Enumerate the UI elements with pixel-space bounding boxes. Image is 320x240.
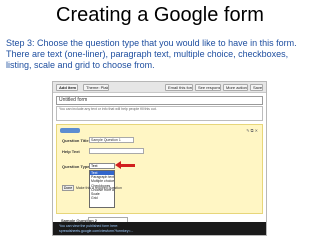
question-handle[interactable] — [60, 128, 80, 133]
form-title-input[interactable]: Untitled form — [56, 96, 263, 105]
email-form-button[interactable]: Email this form — [165, 84, 193, 91]
footer-line-2[interactable]: spreadsheets.google.com/viewform?formkey… — [59, 229, 260, 234]
help-text-label: Help Text — [62, 149, 80, 154]
published-form-footer: You can view the published form here: sp… — [53, 222, 266, 235]
question-edit-panel: ✎ ⧉ ✕ Question Title Sample Question 1 H… — [56, 124, 263, 214]
dropdown-option[interactable]: Grid — [90, 196, 114, 200]
dropdown-option[interactable]: Multiple choice — [90, 179, 114, 183]
save-button[interactable]: Save — [250, 84, 263, 91]
add-item-button[interactable]: Add item — [56, 84, 78, 91]
question-type-label: Question Type — [62, 164, 90, 169]
edit-icons[interactable]: ✎ ⧉ ✕ — [246, 128, 258, 133]
slide-title: Creating a Google form — [56, 4, 264, 26]
form-description-input[interactable]: You can include any text or info that wi… — [56, 106, 263, 121]
see-responses-button[interactable]: See responses — [195, 84, 221, 91]
google-form-screenshot: Add item Theme: Plain Email this form Se… — [52, 81, 267, 236]
more-actions-button[interactable]: More actions — [223, 84, 248, 91]
theme-button[interactable]: Theme: Plain — [83, 84, 109, 91]
question-type-select[interactable]: Text — [89, 163, 115, 169]
done-button[interactable]: Done — [62, 185, 74, 191]
red-arrow-shaft — [119, 164, 135, 167]
slide-body-text: Step 3: Choose the question type that yo… — [6, 38, 297, 70]
question-title-label: Question Title — [62, 138, 89, 143]
required-checkbox-label[interactable]: Make this a required question — [76, 185, 122, 191]
help-text-input[interactable] — [89, 148, 144, 154]
question-title-input[interactable]: Sample Question 1 — [89, 137, 134, 143]
form-toolbar: Add item Theme: Plain Email this form Se… — [53, 82, 266, 93]
